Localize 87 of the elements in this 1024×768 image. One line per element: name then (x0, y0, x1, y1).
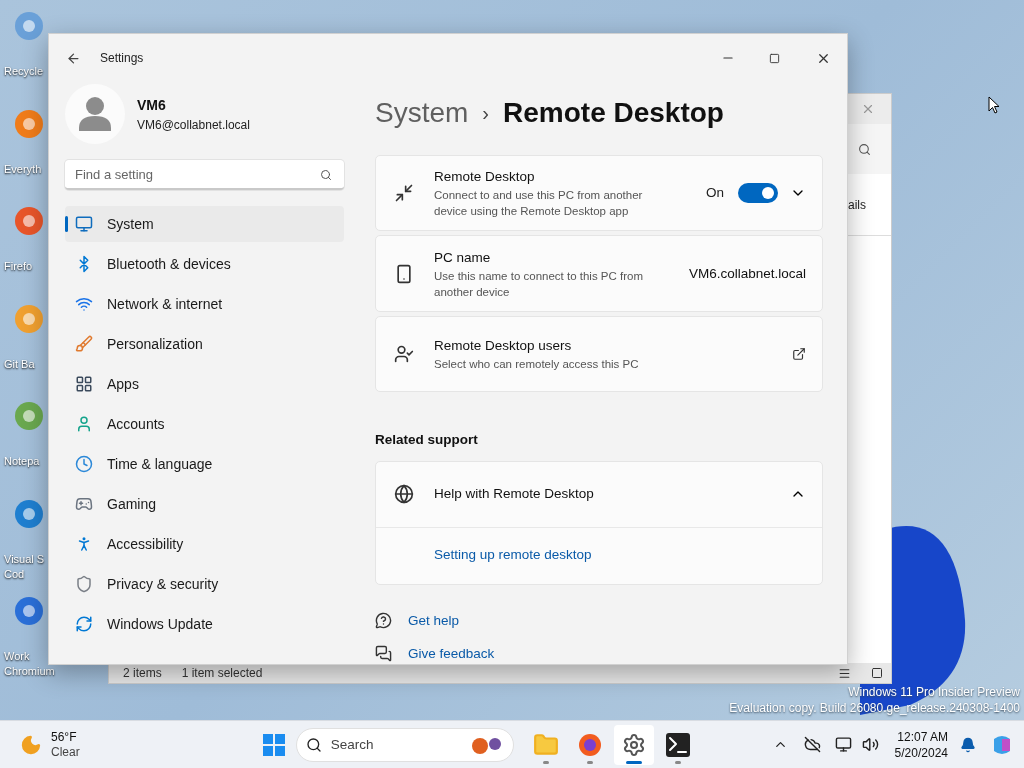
toggle-state: On (706, 184, 724, 203)
gamepad-icon (75, 495, 93, 513)
settings-search-field[interactable]: Find a setting (65, 160, 344, 190)
update-icon (75, 615, 93, 633)
taskbar-app[interactable] (613, 724, 654, 765)
shield-icon (75, 575, 93, 593)
mouse-pointer-icon (988, 96, 1000, 114)
notification-icon[interactable] (960, 736, 976, 753)
user-name: VM6 (137, 95, 167, 115)
clock-date[interactable]: 5/20/2024 (894, 744, 948, 761)
maximize-icon[interactable] (769, 52, 780, 64)
brush-icon (75, 335, 93, 353)
nav-item[interactable]: Accounts (65, 406, 344, 442)
breadcrumb-parent[interactable]: System (375, 92, 469, 134)
nav-item[interactable]: Network & internet (65, 286, 344, 322)
nav-item[interactable]: Windows Update (65, 606, 344, 642)
help-link[interactable]: Setting up remote desktop (434, 545, 592, 566)
status-text: 2 items (123, 665, 162, 682)
nav-item[interactable]: Time & language (65, 446, 344, 482)
section-heading: Related support (375, 431, 479, 450)
shortcut-label: Chromium (4, 664, 55, 679)
browser-icon (577, 732, 602, 757)
pc-name-value: VM6.collabnet.local (688, 264, 806, 283)
toolbar-label[interactable]: ails (848, 195, 866, 214)
weather-condition[interactable]: Clear (51, 744, 80, 760)
setting-description: Select who can remotely access this PC (434, 357, 640, 373)
external-link-icon[interactable] (792, 347, 806, 362)
avatar-icon (65, 84, 125, 144)
nav-item[interactable]: Personalization (65, 326, 344, 362)
setting-card[interactable]: Remote Desktop users Select who can remotely access this PC (375, 315, 823, 393)
setting-card[interactable]: Remote Desktop Connect to and use this PC from another device using the Remote Desktop app On (375, 155, 823, 232)
folder-icon (532, 731, 559, 758)
setting-title: Remote Desktop (434, 168, 536, 187)
shortcut-label: Git Ba (4, 356, 35, 372)
settings-icon (621, 732, 646, 757)
monitor-icon (75, 215, 93, 233)
search-icon[interactable] (320, 169, 332, 181)
setting-title: PC name (434, 248, 492, 267)
apps-icon (75, 375, 93, 393)
nav-item[interactable]: Apps (65, 366, 344, 402)
search-icon (305, 736, 322, 753)
user-check-icon (394, 344, 414, 365)
window-title: Settings (100, 50, 144, 67)
page-title: Remote Desktop (503, 96, 724, 130)
status-text: 1 item selected (181, 665, 263, 682)
terminal-icon (665, 732, 690, 757)
help-title[interactable]: Help with Remote Desktop (434, 483, 594, 505)
toggle-switch[interactable] (738, 183, 778, 204)
clock-icon (75, 455, 93, 473)
details-view-icon[interactable] (838, 666, 851, 680)
setting-card[interactable]: PC name Use this name to connect to this PC from another device VM6.collabnet.local (375, 235, 823, 312)
shortcut-label: Visual S (4, 551, 45, 567)
setting-description: Connect to and use this PC from another device using the Remote Desktop app (434, 188, 644, 220)
nav-item[interactable]: Gaming (65, 486, 344, 522)
shortcut-label: Firefo (4, 259, 33, 274)
start-icon[interactable] (261, 732, 286, 757)
cloud-off-icon[interactable] (803, 736, 821, 753)
globe-icon (394, 484, 414, 504)
device-icon (394, 263, 414, 284)
shortcut-label: Cod (4, 566, 25, 582)
shortcut-label: Work (4, 649, 30, 664)
nav-item[interactable]: System (65, 206, 344, 242)
person-icon (75, 415, 93, 433)
shortcut-label: Recycle (4, 64, 44, 79)
remote-arrows-icon (394, 183, 414, 204)
tiles-view-icon[interactable] (871, 667, 883, 679)
search-icon[interactable] (858, 142, 871, 156)
setting-title: Remote Desktop users (434, 336, 573, 355)
taskbar-search-field[interactable]: Search (295, 727, 514, 762)
breadcrumb-separator: › (482, 101, 490, 126)
network-icon[interactable] (834, 736, 852, 753)
back-icon[interactable] (66, 50, 81, 66)
nav-item[interactable]: Accessibility (65, 526, 344, 562)
shortcut-label: Notepa (4, 454, 40, 469)
volume-icon[interactable] (861, 736, 879, 753)
help-icon (375, 612, 392, 630)
footer-link[interactable]: Get help (408, 610, 460, 631)
footer-link[interactable]: Give feedback (408, 643, 495, 664)
nav-item[interactable]: Bluetooth & devices (65, 246, 344, 282)
wifi-icon (75, 295, 93, 313)
weather-temperature[interactable]: 56°F (51, 729, 80, 745)
nav-item[interactable]: Privacy & security (65, 566, 344, 602)
clock-time[interactable]: 12:07 AM (897, 728, 948, 745)
shortcut-label: Everyth (4, 161, 42, 177)
user-email: VM6@collabnet.local (137, 116, 250, 134)
feedback-icon (375, 645, 392, 663)
setting-description: Use this name to connect to this PC from another device (434, 268, 644, 300)
